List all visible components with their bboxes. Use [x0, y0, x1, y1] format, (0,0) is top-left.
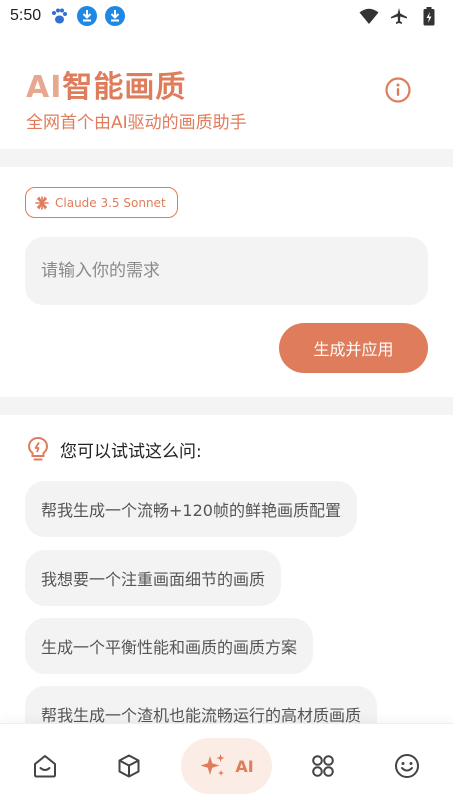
nav-ai-label: AI: [235, 756, 254, 776]
page-subtitle: 全网首个由AI驱动的画质助手: [26, 113, 247, 133]
nav-apps[interactable]: [300, 738, 346, 794]
grid-icon: [312, 755, 334, 777]
sparkle-icon: [200, 754, 225, 776]
lightbulb-icon: [27, 436, 49, 461]
model-badge-label: Claude 3.5 Sonnet: [55, 195, 166, 210]
request-input[interactable]: [25, 237, 428, 305]
status-right: [359, 6, 439, 26]
section-divider: [0, 397, 453, 415]
info-icon: [385, 77, 411, 103]
smiley-icon: [395, 754, 419, 778]
generate-apply-button[interactable]: 生成并应用: [279, 323, 428, 373]
page-title-rest: 智能画质: [62, 70, 187, 105]
paw-app-icon: [49, 6, 69, 26]
bottom-nav: AI: [0, 723, 453, 805]
nav-cube[interactable]: [106, 738, 152, 794]
model-badge[interactable]: Claude 3.5 Sonnet: [25, 187, 178, 218]
suggestion-chip[interactable]: 我想要一个注重画面细节的画质: [25, 550, 282, 606]
page-title-ai: AI: [26, 70, 63, 105]
battery-icon: [419, 6, 439, 26]
download-notification-icon: [105, 6, 126, 26]
header: AI智能画质 全网首个由AI驱动的画质助手: [0, 32, 453, 149]
suggestion-chip[interactable]: 帮我生成一个流畅+120帧的鲜艳画质配置: [25, 481, 357, 537]
nav-ai[interactable]: AI: [181, 738, 272, 794]
suggestion-chip[interactable]: 生成一个平衡性能和画质的画质方案: [25, 618, 314, 674]
wifi-icon: [359, 6, 379, 26]
download-notification-icon: [77, 6, 98, 26]
nav-profile[interactable]: [384, 738, 430, 794]
status-time: 5:50: [10, 7, 42, 24]
info-button[interactable]: [383, 75, 413, 105]
nav-home[interactable]: [22, 738, 68, 794]
airplane-mode-icon: [389, 6, 409, 26]
status-bar: 5:50: [0, 0, 453, 32]
home-icon: [34, 755, 56, 778]
section-divider: [0, 149, 453, 167]
suggestions-title: 您可以试试这么问:: [60, 441, 202, 462]
cube-icon: [118, 754, 140, 778]
page-title: AI智能画质: [26, 62, 427, 106]
suggestions-header: 您可以试试这么问:: [26, 436, 202, 462]
claude-logo-icon: [35, 195, 49, 210]
status-left: 5:50: [10, 6, 126, 26]
